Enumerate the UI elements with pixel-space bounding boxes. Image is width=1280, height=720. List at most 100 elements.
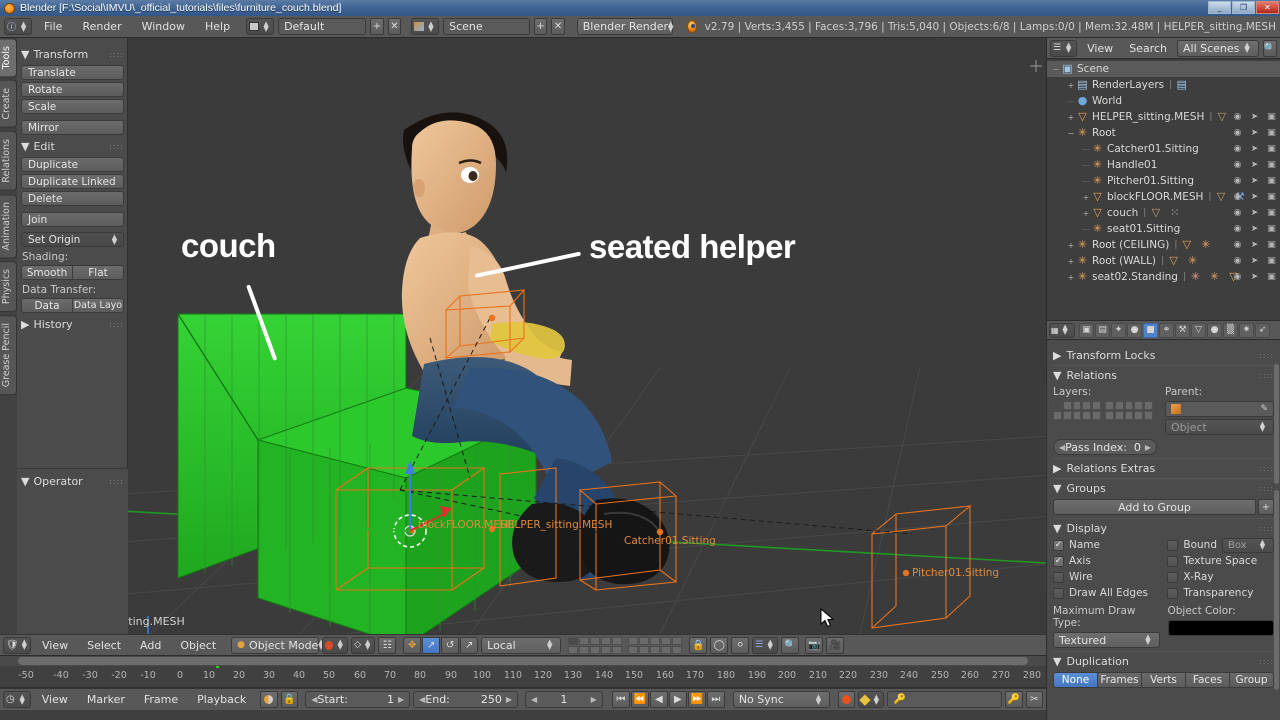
pivot-point-selector[interactable]: ◇ ▲ ▼ [351,636,376,654]
snap-magnet-icon-button[interactable]: ☷ [378,636,397,654]
duplication-option-verts[interactable]: Verts [1142,672,1186,688]
properties-tab-constraints-icon[interactable]: ⚭ [1159,322,1174,338]
button-duplicate-linked[interactable]: Duplicate Linked [21,174,124,189]
expand-toggle-icon[interactable]: + [1066,81,1076,90]
panel-header-history[interactable]: ▶ History :::: [21,318,124,331]
eye-icon[interactable]: ◉ [1231,174,1244,187]
panel-header-transform-locks[interactable]: ▶ Transform Locks :::: [1053,345,1274,362]
delete-screen-layout-button[interactable]: ✕ [387,18,402,35]
cursor-arrow-icon[interactable]: ➤ [1248,254,1261,267]
cursor-arrow-icon[interactable]: ➤ [1248,158,1261,171]
duplication-option-none[interactable]: None [1053,672,1098,688]
cursor-arrow-icon[interactable]: ➤ [1248,238,1261,251]
properties-tab-texture-icon[interactable]: ▒ [1223,322,1238,338]
play-reverse-button[interactable]: ◀ [649,691,668,708]
outliner-row-root[interactable]: − ✳ Root ◉ ➤ ▣ [1047,125,1280,141]
render-animation-icon-button[interactable]: 🎥 [826,636,845,654]
bound-type-selector[interactable]: Box ▲ ▼ [1222,537,1274,553]
layer-grid-left[interactable] [568,636,623,654]
properties-tab-scene-icon[interactable]: ✦ [1111,322,1126,338]
tl-menu-playback[interactable]: Playback [189,690,254,709]
button-scale[interactable]: Scale [21,99,124,114]
panel-header-groups[interactable]: ▼ Groups :::: [1053,478,1274,495]
timeline-ruler[interactable]: -50 -40 -30 -20 -10 0 10 20 30 40 50 60 70 80 90 100 110… [0,666,1046,688]
button-shade-flat[interactable]: Flat [73,265,124,280]
checkbox-axis[interactable]: ✓ Axis [1053,553,1159,569]
duplication-option-faces[interactable]: Faces [1186,672,1230,688]
outliner-row-pitcher01-sitting[interactable]: — ✳ Pitcher01.Sitting ◉ ➤ ▣ [1047,173,1280,189]
checkbox-wire[interactable]: Wire [1053,569,1159,585]
record-button[interactable] [837,691,856,708]
button-data[interactable]: Data [21,298,73,313]
zoom-region-icon-button[interactable]: 🔍 [781,636,800,654]
menu-render[interactable]: Render [74,17,129,36]
duplication-option-frames[interactable]: Frames [1098,672,1142,688]
expand-toggle-icon[interactable]: − [1051,65,1061,74]
properties-tab-data-icon[interactable]: ▽ [1191,322,1206,338]
tab-animation[interactable]: Animation [0,193,17,259]
tab-tools[interactable]: Tools [0,38,17,78]
eye-icon[interactable]: ◉ [1231,254,1244,267]
next-keyframe-button[interactable]: ⏩ [687,691,706,708]
camera-icon[interactable]: ▣ [1265,174,1278,187]
outliner-row-couch[interactable]: + ▽ couch | ▽ ⁙ ◉ ➤ ▣ [1047,205,1280,221]
maximize-button[interactable]: ❐ [1232,1,1255,14]
cursor-arrow-icon[interactable]: ➤ [1248,174,1261,187]
start-frame-field[interactable]: ◀ Start: 1 ▶ [305,691,411,708]
transform-orientation-selector[interactable]: Local ▲ ▼ [481,636,562,654]
checkbox-name[interactable]: ✓ Name [1053,537,1159,553]
panel-header-relations[interactable]: ▼ Relations :::: [1053,365,1274,382]
expand-toggle-icon[interactable]: + [1066,113,1076,122]
tl-menu-marker[interactable]: Marker [79,690,133,709]
button-rotate[interactable]: Rotate [21,82,124,97]
expand-toggle-icon[interactable]: + [1066,257,1076,266]
auto-keyframe-icon-button[interactable] [260,691,278,708]
new-screen-layout-button[interactable]: + [370,18,384,35]
outliner-row-helper-sitting-mesh[interactable]: + ▽ HELPER_sitting.MESH | ▽ ◉ ➤ ▣ [1047,109,1280,125]
panel-header-relations-extras[interactable]: ▶ Relations Extras :::: [1053,458,1274,475]
jump-to-end-button[interactable]: ⏭ [706,691,725,708]
viewport-shading-selector[interactable]: ▲ ▼ [322,636,349,654]
sync-mode-selector[interactable]: No Sync ▲ ▼ [732,691,830,708]
remove-keying-set-button[interactable]: ✂ [1025,691,1044,708]
tl-menu-frame[interactable]: Frame [136,690,186,709]
cursor-arrow-icon[interactable]: ➤ [1248,222,1261,235]
cursor-arrow-icon[interactable]: ➤ [1248,206,1261,219]
duplication-option-group[interactable]: Group [1230,672,1274,688]
outliner-menu-view[interactable]: View [1081,39,1119,58]
keying-set-field[interactable]: 🔑 [887,691,1003,708]
menu-window[interactable]: Window [134,17,193,36]
editor-type-selector-outliner[interactable]: ☰ ▲ ▼ [1050,39,1078,57]
delete-scene-button[interactable]: ✕ [551,18,565,35]
dropdown-set-origin[interactable]: Set Origin ▲ ▼ [21,232,124,247]
properties-scrollbar-2[interactable] [1274,490,1279,690]
eye-icon[interactable]: ◉ [1231,190,1244,203]
cursor-arrow-icon[interactable]: ➤ [1248,270,1261,283]
add-group-plus-icon-button[interactable]: + [1258,499,1274,515]
eye-icon[interactable]: ◉ [1231,206,1244,219]
checkbox-bound[interactable]: Bound Box ▲ ▼ [1167,537,1274,553]
expand-toggle-icon[interactable]: + [1081,209,1091,218]
lock-timeline-icon-button[interactable]: 🔒 [280,691,299,708]
eye-icon[interactable]: ◉ [1231,142,1244,155]
parent-type-selector[interactable]: Object ▲ ▼ [1165,419,1274,435]
tl-menu-view[interactable]: View [34,690,76,709]
end-frame-field[interactable]: ◀ End: 250 ▶ [413,691,519,708]
panel-header-transform[interactable]: ▼ Transform :::: [21,48,124,61]
camera-icon[interactable]: ▣ [1265,238,1278,251]
playhead-marker[interactable] [216,666,219,668]
eye-icon[interactable]: ◉ [1231,126,1244,139]
proportional-edit-icon-button[interactable]: ◯ [710,636,729,654]
cursor-arrow-icon[interactable]: ➤ [1248,110,1261,123]
add-to-group-button[interactable]: Add to Group [1053,499,1256,515]
properties-tab-material-icon[interactable]: ● [1207,322,1222,338]
properties-tab-object-icon[interactable]: ■ [1143,322,1158,338]
camera-icon[interactable]: ▣ [1265,110,1278,123]
current-frame-field[interactable]: ◀ 1 ▶ [525,691,603,708]
manipulator-translate-button[interactable]: ↗ [422,636,441,654]
editor-type-selector-3dview[interactable]: 🛡 ▲ ▼ [3,636,31,654]
panel-header-operator[interactable]: ▼ Operator :::: [21,475,124,488]
properties-tab-render-icon[interactable]: ▣ [1079,322,1094,338]
screen-layout-field[interactable]: Default [278,18,367,35]
tab-create[interactable]: Create [0,80,17,128]
